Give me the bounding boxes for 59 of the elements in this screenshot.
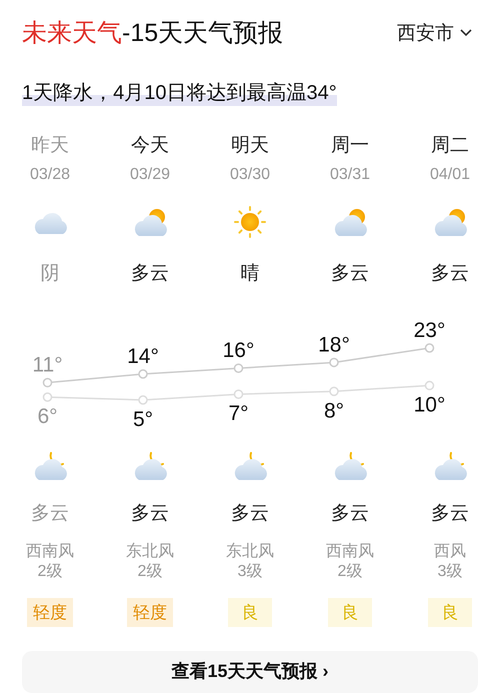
weather-condition: 晴 [240,262,260,286]
day-label: 今天 [131,134,169,158]
air-quality-badge: 轻度 [127,598,173,627]
wind-level: 3级 [438,562,462,582]
day-label: 周二 [431,134,469,158]
moon-cloud-icon [232,450,268,482]
wind-direction: 西风 [434,542,466,562]
sun-cloud-icon [432,206,468,238]
forecast-summary: 1天降水，4月10日将达到最高温34° [22,79,337,106]
date-label: 03/28 [30,166,70,184]
low-temperature: 8° [324,399,344,422]
date-label: 03/29 [130,166,170,184]
weather-condition: 多云 [231,502,269,526]
weather-condition: 多云 [331,262,369,286]
weather-condition: 多云 [431,502,469,526]
high-temperature: 14° [127,345,159,368]
low-temperature: 5° [132,408,154,431]
sun-cloud-icon [132,206,168,238]
view-forecast-button[interactable]: 查看15天天气预报 › [22,651,478,693]
low-temperature: 6° [37,405,58,428]
air-quality-badge: 良 [428,598,472,627]
wind-level: 2级 [338,562,362,582]
wind-direction: 东北风 [126,542,174,562]
city-selector[interactable]: 西安市 [397,20,478,46]
low-temperature: 7° [228,402,249,426]
wind-level: 3级 [238,562,262,582]
moon-cloud-icon [432,450,468,482]
high-temperature: 11° [32,354,63,377]
weather-condition: 多云 [131,502,169,526]
wind-level: 2级 [138,562,162,582]
date-label: 03/30 [230,166,270,184]
high-temperature: 16° [222,339,254,362]
moon-cloud-icon [132,450,168,482]
day-label: 昨天 [31,134,69,158]
date-label: 04/01 [430,166,470,184]
day-label: 明天 [231,134,269,158]
page-title: 未来天气-15天天气预报 [22,18,284,49]
low-temperature: 10° [414,394,446,417]
wind-direction: 西南风 [26,542,74,562]
weather-condition: 多云 [431,262,469,286]
day-label: 周一 [331,134,369,158]
air-quality-badge: 良 [328,598,372,627]
sun-cloud-icon [332,206,368,238]
wind-direction: 西南风 [326,542,374,562]
air-quality-badge: 轻度 [27,598,73,627]
weather-condition: 多云 [31,502,69,526]
wind-direction: 东北风 [226,542,274,562]
wind-level: 2级 [38,562,62,582]
moon-cloud-icon [332,450,368,482]
date-label: 03/31 [330,166,370,184]
weather-condition: 阴 [40,262,60,286]
moon-cloud-icon [32,450,68,482]
chevron-down-icon [460,28,472,36]
high-temperature: 18° [318,333,350,356]
weather-condition: 多云 [131,262,169,286]
sun-icon [232,204,268,240]
air-quality-badge: 良 [228,598,272,627]
weather-condition: 多云 [331,502,369,526]
high-temperature: 23° [414,319,446,342]
